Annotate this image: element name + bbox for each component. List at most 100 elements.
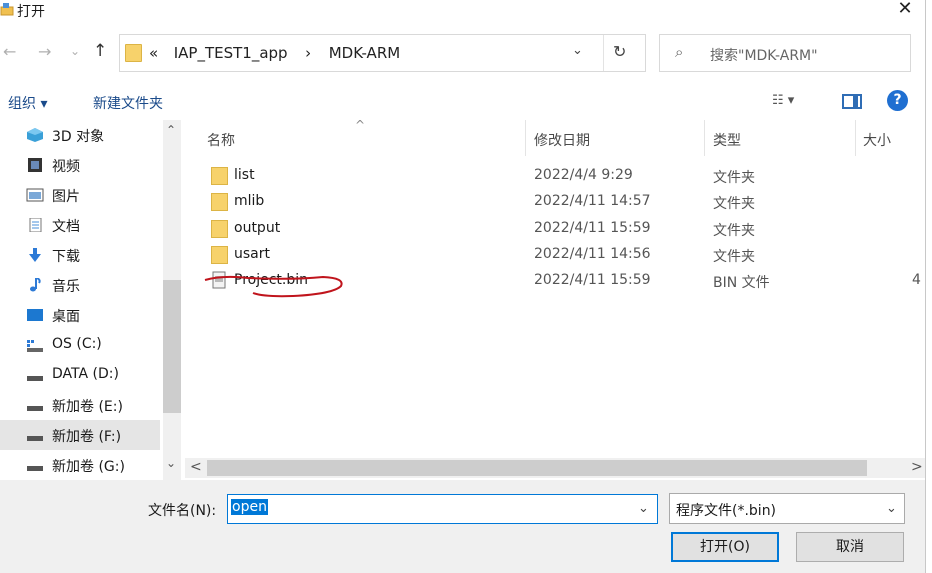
chevron-down-icon[interactable]: ⌄ (886, 501, 897, 516)
open-button[interactable]: 打开(O) (671, 532, 779, 562)
column-header-date[interactable]: 修改日期 (534, 130, 590, 150)
sidebar-item-videos[interactable]: 视频 (0, 150, 160, 180)
sidebar-item-label: 下载 (52, 249, 80, 265)
video-icon (28, 158, 42, 172)
column-header-name[interactable]: 名称 (207, 130, 235, 150)
address-dropdown-icon[interactable]: ⌄ (572, 43, 583, 58)
back-arrow-icon[interactable]: ← (3, 42, 16, 61)
sort-caret-icon: ^ (355, 118, 366, 132)
change-view-icon[interactable]: ☷ ▾ (772, 93, 794, 108)
file-row[interactable]: usart 2022/4/11 14:56 文件夹 (205, 242, 925, 268)
download-icon (29, 248, 41, 262)
breadcrumb-separator[interactable]: › (305, 44, 311, 62)
search-icon: ⌕ (675, 43, 684, 61)
recent-locations-icon[interactable]: ⌄ (70, 44, 80, 58)
file-type: 文件夹 (713, 196, 755, 212)
sidebar-item-os-c[interactable]: OS (C:) (0, 330, 160, 360)
file-date: 2022/4/11 15:59 (534, 220, 651, 236)
column-divider[interactable] (855, 120, 856, 156)
navigation-bar: ← → ⌄ ↑ « IAP_TEST1_app › MDK-ARM ⌄ ↻ ⌕ … (0, 32, 925, 74)
forward-arrow-icon[interactable]: → (38, 42, 51, 61)
folder-icon (211, 167, 228, 185)
cube-icon (27, 128, 43, 142)
sidebar-item-label: 新加卷 (G:) (52, 459, 125, 475)
file-row[interactable]: list 2022/4/4 9:29 文件夹 (205, 163, 925, 189)
file-row[interactable]: mlib 2022/4/11 14:57 文件夹 (205, 189, 925, 215)
column-header-size[interactable]: 大小 (863, 130, 891, 150)
red-underline-annotation (204, 275, 343, 298)
sidebar-item-label: 新加卷 (E:) (52, 399, 123, 415)
sidebar-item-label: 图片 (52, 189, 80, 205)
chevron-down-icon[interactable]: ⌄ (638, 501, 649, 516)
filter-value: 程序文件(*.bin) (676, 503, 777, 519)
refresh-icon[interactable]: ↻ (613, 42, 626, 61)
organize-button[interactable]: 组织 ▾ (8, 93, 47, 113)
preview-pane-icon[interactable] (842, 94, 862, 109)
help-icon[interactable]: ? (887, 90, 908, 111)
folder-icon (211, 193, 228, 211)
scroll-left-icon[interactable]: < (190, 459, 202, 475)
cancel-button[interactable]: 取消 (796, 532, 904, 562)
filename-value: open (231, 499, 268, 515)
sidebar-item-label: DATA (D:) (52, 366, 119, 382)
sidebar-item-data-d[interactable]: DATA (D:) (0, 360, 160, 390)
sidebar-item-music[interactable]: 音乐 (0, 270, 160, 300)
divider (603, 35, 604, 71)
search-box[interactable]: ⌕ 搜索"MDK-ARM" (659, 34, 911, 72)
sidebar-item-label: 3D 对象 (52, 129, 105, 145)
sidebar-item-volume-f[interactable]: 新加卷 (F:) (0, 420, 160, 450)
filename-input[interactable]: open ⌄ (227, 494, 658, 524)
file-list-horizontal-scrollbar[interactable]: < > (185, 458, 925, 478)
file-name: usart (234, 246, 270, 262)
sidebar-item-label: 文档 (52, 219, 80, 235)
file-name: mlib (234, 193, 265, 209)
sidebar-item-label: OS (C:) (52, 336, 102, 352)
file-date: 2022/4/11 14:56 (534, 246, 651, 262)
file-type: 文件夹 (713, 223, 755, 239)
navigation-pane: 3D 对象 视频 图片 文档 下载 音乐 桌面 OS (C:) DATA (D:… (0, 120, 164, 480)
new-folder-button[interactable]: 新建文件夹 (93, 93, 163, 113)
sidebar-item-label: 桌面 (52, 309, 80, 325)
sidebar-item-volume-e[interactable]: 新加卷 (E:) (0, 390, 160, 420)
breadcrumb-overflow[interactable]: « (149, 44, 158, 62)
scrollbar-thumb[interactable] (163, 280, 181, 413)
search-placeholder: 搜索"MDK-ARM" (710, 48, 818, 64)
sidebar-item-pictures[interactable]: 图片 (0, 180, 160, 210)
drive-icon (27, 406, 43, 411)
file-date: 2022/4/4 9:29 (534, 167, 633, 183)
close-button[interactable]: ✕ (890, 0, 920, 20)
column-header-type[interactable]: 类型 (713, 130, 741, 150)
column-divider[interactable] (704, 120, 705, 156)
drive-icon (27, 466, 43, 471)
music-icon (30, 278, 41, 292)
up-arrow-icon[interactable]: ↑ (93, 41, 107, 61)
sidebar-item-downloads[interactable]: 下载 (0, 240, 160, 270)
sidebar-item-label: 新加卷 (F:) (52, 429, 122, 445)
address-bar[interactable]: « IAP_TEST1_app › MDK-ARM ⌄ ↻ (119, 34, 646, 72)
file-type-filter[interactable]: 程序文件(*.bin) ⌄ (669, 493, 905, 524)
scroll-up-icon[interactable]: ⌃ (166, 123, 176, 137)
sidebar-item-label: 视频 (52, 159, 80, 175)
sidebar-item-documents[interactable]: 文档 (0, 210, 160, 240)
sidebar-item-label: 音乐 (52, 279, 80, 295)
file-size: 4 (912, 272, 921, 288)
breadcrumb-item[interactable]: IAP_TEST1_app (174, 44, 288, 62)
sidebar-item-volume-g[interactable]: 新加卷 (G:) (0, 450, 160, 480)
sidebar-item-3d-objects[interactable]: 3D 对象 (0, 120, 160, 150)
column-divider[interactable] (525, 120, 526, 156)
file-type: 文件夹 (713, 170, 755, 186)
breadcrumb-item[interactable]: MDK-ARM (329, 44, 400, 62)
file-row[interactable]: output 2022/4/11 15:59 文件夹 (205, 216, 925, 242)
scroll-down-icon[interactable]: ⌄ (166, 456, 176, 470)
scroll-right-icon[interactable]: > (911, 459, 923, 475)
file-name: list (234, 167, 255, 183)
sidebar-scrollbar[interactable]: ⌃ ⌄ (163, 120, 181, 480)
sidebar-item-desktop[interactable]: 桌面 (0, 300, 160, 330)
scrollbar-thumb[interactable] (207, 460, 867, 476)
windows-drive-icon (27, 340, 43, 352)
document-icon (29, 218, 42, 232)
file-date: 2022/4/11 14:57 (534, 193, 651, 209)
picture-icon (26, 188, 44, 202)
drive-icon (27, 436, 43, 441)
background-window-edge (925, 0, 932, 573)
